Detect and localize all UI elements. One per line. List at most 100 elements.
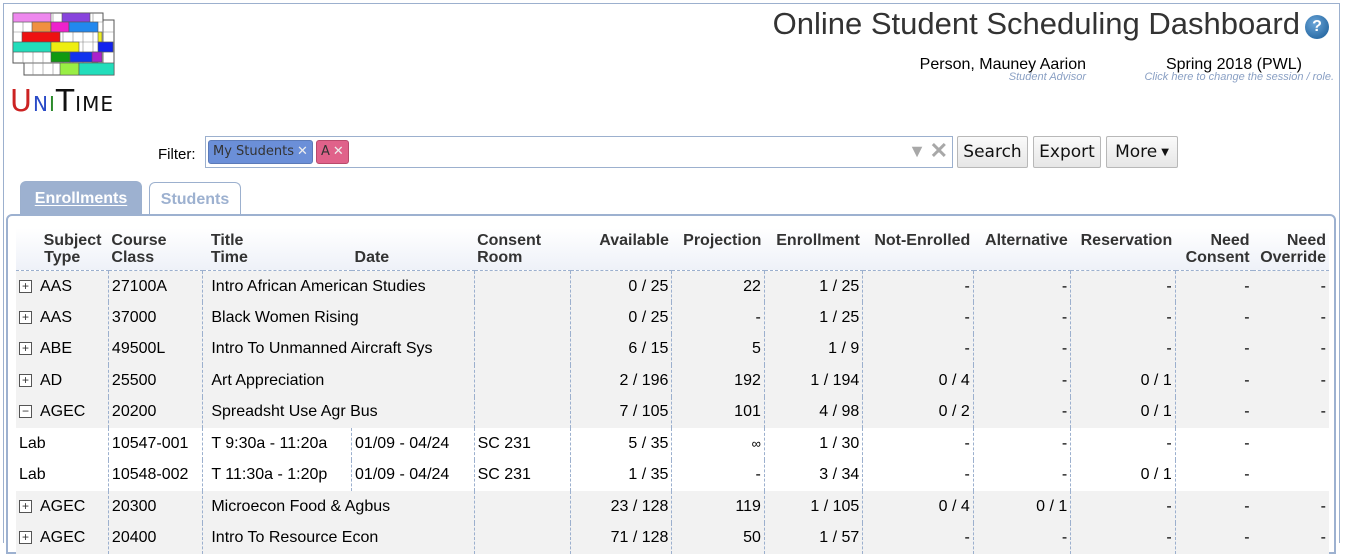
room-cell: SC 231 (474, 428, 570, 460)
consent-cell (474, 271, 570, 303)
subject-text: AAS (40, 278, 72, 295)
header-room: Room (477, 249, 567, 266)
class-row[interactable]: Lab10548-002T 11:30a - 1:20p01/09 - 04/2… (16, 460, 1329, 492)
tab-students[interactable]: Students (149, 182, 241, 215)
date-cell: 01/09 - 04/24 (352, 428, 475, 460)
class-cell: 10548-002 (108, 460, 202, 492)
col-enrollment[interactable]: Enrollment (764, 228, 862, 271)
remove-chip-icon[interactable]: ✕ (333, 144, 344, 159)
title-cell: Black Women Rising (203, 302, 474, 334)
help-icon[interactable]: ? (1305, 15, 1329, 39)
reservation-cell: 0 / 1 (1071, 397, 1175, 429)
alternative-cell: - (973, 523, 1070, 554)
not-enrolled-cell: - (863, 334, 974, 366)
col-consent-room[interactable]: ConsentRoom (474, 228, 570, 271)
reservation-cell: - (1071, 491, 1175, 523)
expand-icon[interactable]: + (19, 374, 32, 387)
session-selector[interactable]: Spring 2018 (PWL) Click here to change t… (1120, 56, 1334, 83)
consent-cell (474, 334, 570, 366)
subject-text: AGEC (40, 403, 85, 420)
subject-cell: +AGEC (16, 523, 108, 554)
col-not-enrolled[interactable]: Not-Enrolled (863, 228, 974, 271)
user-info[interactable]: Person, Mauney Aarion Student Advisor (904, 56, 1086, 83)
expand-icon[interactable]: + (19, 280, 32, 293)
col-subject-type[interactable]: SubjectType (16, 228, 108, 271)
subject-cell: + AGEC (16, 491, 108, 523)
subject-text: AGEC (40, 498, 85, 515)
not-enrolled-cell: - (863, 523, 974, 554)
expand-icon[interactable]: + (19, 311, 32, 324)
expand-icon[interactable]: + (19, 500, 32, 513)
course-row[interactable]: +AD25500Art Appreciation2 / 1961921 / 19… (16, 365, 1329, 397)
course-cell: 20300 (108, 491, 202, 523)
col-available[interactable]: Available (571, 228, 672, 271)
col-need-consent[interactable]: NeedConsent (1175, 228, 1252, 271)
reservation-cell: - (1071, 271, 1175, 303)
available-cell: 71 / 128 (571, 523, 672, 554)
consent-cell (474, 302, 570, 334)
filter-dropdown-icon[interactable]: ▼ (908, 141, 926, 162)
enrollment-cell: 1 / 30 (764, 428, 862, 460)
enrollment-cell: 1 / 105 (764, 491, 862, 523)
filter-chip-my-students[interactable]: My Students✕ (208, 140, 313, 164)
projection-cell: ∞ (672, 428, 764, 460)
course-row[interactable]: −AGEC20200Spreadsht Use Agr Bus7 / 10510… (16, 397, 1329, 429)
export-button[interactable]: Export (1033, 136, 1101, 168)
projection-cell: - (672, 460, 764, 492)
need-consent-cell: - (1175, 460, 1252, 492)
col-course-class[interactable]: CourseClass (108, 228, 202, 271)
tab-enrollments[interactable]: Enrollments (20, 181, 142, 215)
need-override-cell: - (1253, 302, 1329, 334)
col-alternative[interactable]: Alternative (973, 228, 1070, 271)
time-cell: T 9:30a - 11:20a (203, 428, 352, 460)
col-date[interactable]: Date (352, 228, 475, 271)
projection-cell: 101 (672, 397, 764, 429)
filter-clear-icon[interactable]: ✕ (930, 138, 948, 164)
reservation-cell: - (1071, 523, 1175, 554)
need-consent-cell: - (1175, 523, 1252, 554)
col-reservation[interactable]: Reservation (1071, 228, 1175, 271)
filter-chip-a[interactable]: A✕ (316, 140, 349, 164)
expand-icon[interactable]: + (19, 342, 32, 355)
filter-input[interactable]: My Students✕ A✕ ▼ ✕ (205, 136, 953, 168)
col-title-time[interactable]: TitleTime (203, 228, 352, 271)
col-need-override[interactable]: NeedOverride (1253, 228, 1329, 271)
not-enrolled-cell: - (863, 271, 974, 303)
reservation-cell: - (1071, 302, 1175, 334)
search-button[interactable]: Search (957, 136, 1028, 168)
col-projection[interactable]: Projection (672, 228, 764, 271)
header-date: Date (355, 249, 472, 266)
class-row[interactable]: Lab10547-001T 9:30a - 11:20a01/09 - 04/2… (16, 428, 1329, 460)
caret-down-icon: ▼ (1161, 147, 1169, 158)
course-row[interactable]: +AGEC20400Intro To Resource Econ71 / 128… (16, 523, 1329, 554)
need-consent-cell: - (1175, 365, 1252, 397)
course-row[interactable]: +AAS27100AIntro African American Studies… (16, 271, 1329, 303)
search-button-label: Search (963, 142, 1021, 162)
projection-cell: 192 (672, 365, 764, 397)
not-enrolled-cell: 0 / 4 (863, 491, 974, 523)
more-button[interactable]: More ▼ (1106, 136, 1178, 168)
remove-chip-icon[interactable]: ✕ (297, 144, 308, 159)
unitime-logo[interactable]: UNITIME (10, 12, 116, 118)
header-not-enrolled: Not-Enrolled (866, 232, 971, 249)
need-override-cell: - (1253, 523, 1329, 554)
more-button-label: More (1115, 142, 1157, 162)
not-enrolled-cell: - (863, 428, 974, 460)
enrollment-cell: 1 / 25 (764, 271, 862, 303)
consent-cell (474, 397, 570, 429)
reservation-cell: - (1071, 334, 1175, 366)
course-row[interactable]: +ABE49500LIntro To Unmanned Aircraft Sys… (16, 334, 1329, 366)
course-row[interactable]: +AAS37000Black Women Rising0 / 25-1 / 25… (16, 302, 1329, 334)
header-need-consent-2: Consent (1178, 249, 1249, 266)
alternative-cell: - (973, 271, 1070, 303)
course-cell: 27100A (108, 271, 202, 303)
course-row[interactable]: +AGEC20300Microecon Food & Agbus23 / 128… (16, 491, 1329, 523)
available-cell: 6 / 15 (571, 334, 672, 366)
tab-enrollments-label: Enrollments (35, 190, 127, 207)
header-available: Available (574, 232, 669, 249)
enrollment-cell: 4 / 98 (764, 397, 862, 429)
collapse-icon[interactable]: − (19, 405, 32, 418)
alternative-cell: - (973, 334, 1070, 366)
projection-cell: 5 (672, 334, 764, 366)
tab-students-label: Students (161, 191, 229, 208)
